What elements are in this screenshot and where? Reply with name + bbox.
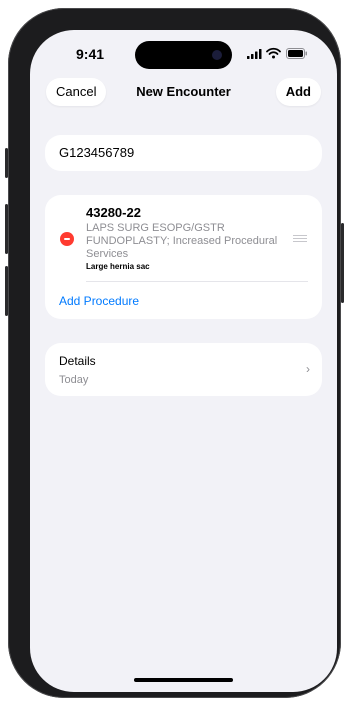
- add-button[interactable]: Add: [275, 78, 321, 106]
- home-indicator[interactable]: [134, 678, 233, 682]
- screen: 9:41 New Encounter Cancel Add G123456789…: [30, 30, 337, 692]
- cellular-signal-icon: [247, 49, 262, 59]
- action-button: [5, 148, 8, 178]
- remove-icon[interactable]: [60, 232, 74, 246]
- details-value: Today: [59, 374, 89, 386]
- phone-frame: 9:41 New Encounter Cancel Add G123456789…: [5, 8, 344, 698]
- patient-id-value: G123456789: [59, 145, 135, 160]
- camera-icon: [212, 50, 222, 60]
- procedures-section: 43280-22 LAPS SURG ESOPG/GSTR FUNDOPLAST…: [45, 195, 322, 319]
- dynamic-island: [135, 41, 232, 69]
- chevron-right-icon: ›: [306, 362, 310, 376]
- drag-handle-icon[interactable]: [293, 235, 307, 243]
- cancel-button[interactable]: Cancel: [46, 78, 107, 106]
- volume-down-button: [5, 266, 8, 316]
- details-row[interactable]: Details Today ›: [45, 343, 322, 396]
- status-bar: 9:41: [30, 30, 337, 78]
- patient-id-field[interactable]: G123456789: [45, 135, 322, 171]
- navigation-bar: New Encounter Cancel Add: [30, 78, 337, 118]
- volume-up-button: [5, 204, 8, 254]
- procedure-code: 43280-22: [86, 205, 141, 220]
- procedure-note: Large hernia sac: [86, 262, 150, 271]
- divider: [86, 281, 308, 282]
- details-title: Details: [59, 354, 96, 368]
- status-time: 9:41: [76, 46, 105, 62]
- battery-icon: [286, 48, 307, 59]
- procedure-description: LAPS SURG ESOPG/GSTR FUNDOPLASTY; Increa…: [86, 222, 278, 260]
- add-procedure-button[interactable]: Add Procedure: [59, 294, 139, 308]
- wifi-icon: [266, 47, 281, 59]
- side-button: [341, 223, 344, 303]
